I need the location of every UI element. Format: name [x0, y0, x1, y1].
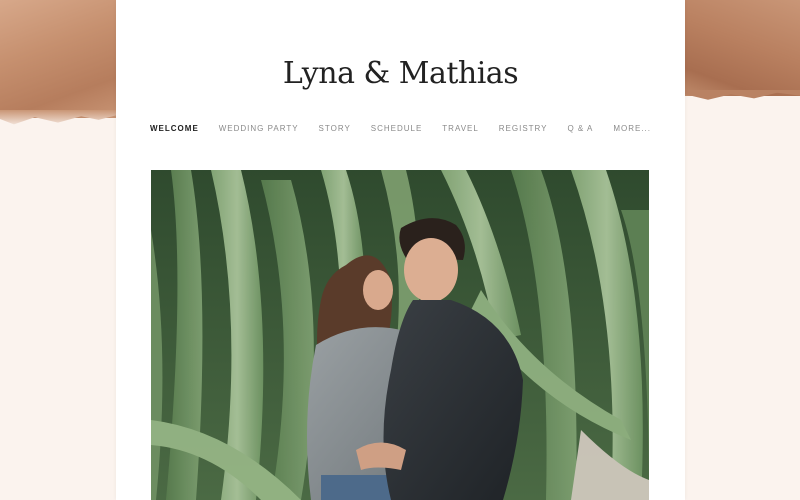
nav-item-wedding-party[interactable]: WEDDING PARTY [219, 124, 299, 133]
nav-item-story[interactable]: STORY [319, 124, 351, 133]
copper-brush-stroke-right [685, 0, 800, 96]
copper-brush-stroke-left [0, 0, 116, 118]
content-card: Lyna & Mathias WELCOME WEDDING PARTY STO… [116, 0, 685, 500]
nav-item-more[interactable]: MORE... [613, 124, 651, 133]
nav-item-qa[interactable]: Q & A [567, 124, 593, 133]
nav-item-schedule[interactable]: SCHEDULE [371, 124, 423, 133]
nav-item-travel[interactable]: TRAVEL [442, 124, 479, 133]
main-nav: WELCOME WEDDING PARTY STORY SCHEDULE TRA… [150, 124, 651, 133]
hero-photo [151, 170, 649, 500]
nav-item-welcome[interactable]: WELCOME [150, 124, 199, 133]
nav-item-registry[interactable]: REGISTRY [499, 124, 548, 133]
site-title: Lyna & Mathias [282, 56, 519, 91]
